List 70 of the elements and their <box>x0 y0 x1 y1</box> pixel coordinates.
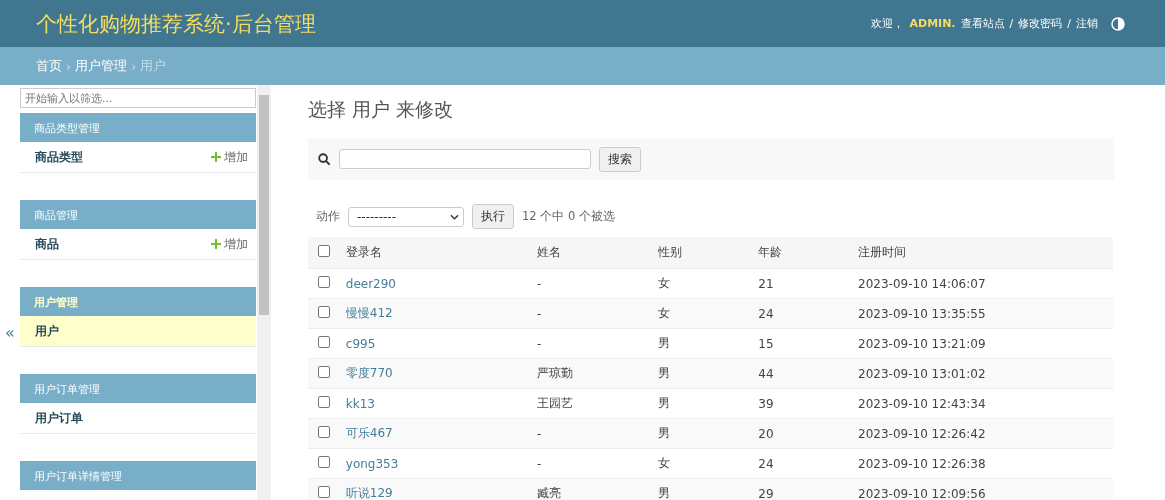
username: ADMIN. <box>909 17 956 30</box>
search-field[interactable] <box>339 149 591 169</box>
user-link[interactable]: yong353 <box>345 456 399 471</box>
table-cell: 29 <box>750 478 851 500</box>
breadcrumb-separator: › <box>131 58 137 74</box>
table-cell: 24 <box>750 298 851 329</box>
table-cell: 44 <box>750 358 851 389</box>
row-checkbox[interactable] <box>318 336 330 348</box>
row-checkbox[interactable] <box>318 366 330 378</box>
chevron-down-icon <box>450 213 459 220</box>
table-cell: 2023-09-10 12:26:42 <box>850 418 1113 449</box>
table-cell: 臧亮 <box>529 478 650 500</box>
user-link[interactable]: 听说129 <box>345 486 393 500</box>
breadcrumb-current: 用户 <box>140 57 167 75</box>
table-cell: 2023-09-10 13:01:02 <box>850 358 1113 389</box>
model-link[interactable]: 商品 <box>35 235 59 253</box>
user-link[interactable]: deer290 <box>345 276 396 291</box>
user-link[interactable]: 零度770 <box>345 366 393 380</box>
model-link[interactable]: 用户 <box>35 322 59 340</box>
add-link[interactable]: 增加 <box>211 235 248 253</box>
column-header[interactable]: 登录名 <box>337 237 530 269</box>
separator: / <box>1009 17 1014 30</box>
selection-counter: 12 个中 0 个被选 <box>522 209 615 224</box>
table-cell: 2023-09-10 13:35:55 <box>850 298 1113 329</box>
table-cell: - <box>529 298 650 329</box>
action-dropdown[interactable]: --------- <box>348 206 464 227</box>
model-link[interactable]: 用户订单 <box>35 409 83 427</box>
header-link[interactable]: 注销 <box>1076 16 1098 31</box>
page-title: 选择 用户 来修改 <box>308 97 455 122</box>
scrollbar[interactable] <box>257 85 271 500</box>
action-label: 动作 <box>316 209 340 224</box>
table-cell: 男 <box>649 478 751 500</box>
user-link[interactable]: c995 <box>345 336 376 351</box>
row-checkbox[interactable] <box>318 276 330 288</box>
row-checkbox[interactable] <box>318 456 330 468</box>
add-link[interactable]: 增加 <box>211 148 248 166</box>
table-cell: 严琼勤 <box>529 358 650 389</box>
search-icon <box>318 152 331 166</box>
header-link[interactable]: 查看站点 <box>960 16 1005 31</box>
plus-icon <box>211 239 221 249</box>
table-cell: 女 <box>649 298 751 329</box>
theme-toggle-icon[interactable] <box>1111 16 1125 31</box>
table-cell: - <box>529 418 650 449</box>
user-link[interactable]: kk13 <box>345 396 375 411</box>
plus-icon <box>211 152 221 162</box>
column-header[interactable]: 性别 <box>649 237 751 269</box>
model-link[interactable]: 商品类型 <box>35 148 83 166</box>
breadcrumb-separator: › <box>66 58 72 74</box>
header-link[interactable]: 修改密码 <box>1018 16 1063 31</box>
column-header[interactable]: 注册时间 <box>850 237 1113 269</box>
user-link[interactable]: 可乐467 <box>345 426 393 440</box>
row-checkbox[interactable] <box>318 306 330 318</box>
table-cell: 男 <box>649 358 751 389</box>
site-title[interactable]: 个性化购物推荐系统·后台管理 <box>36 9 316 38</box>
select-all-checkbox[interactable] <box>318 245 330 257</box>
table-cell: 2023-09-10 12:09:56 <box>850 478 1113 500</box>
row-checkbox[interactable] <box>318 396 330 408</box>
separator: / <box>1067 17 1071 30</box>
column-header[interactable]: 姓名 <box>529 237 650 269</box>
row-checkbox[interactable] <box>318 486 330 498</box>
table-cell: 男 <box>649 418 751 449</box>
sidebar-filter-field[interactable]: 开始输入以筛选... <box>20 88 256 108</box>
welcome-text: 欢迎， <box>871 16 905 31</box>
collapse-sidebar-button[interactable]: « <box>5 323 15 342</box>
column-header[interactable]: 年龄 <box>750 237 851 269</box>
run-button[interactable]: 执行 <box>472 204 514 229</box>
search-button[interactable]: 搜索 <box>599 146 641 172</box>
table-cell: 20 <box>750 418 851 449</box>
user-link[interactable]: 慢慢412 <box>345 306 393 320</box>
row-checkbox[interactable] <box>318 426 330 438</box>
